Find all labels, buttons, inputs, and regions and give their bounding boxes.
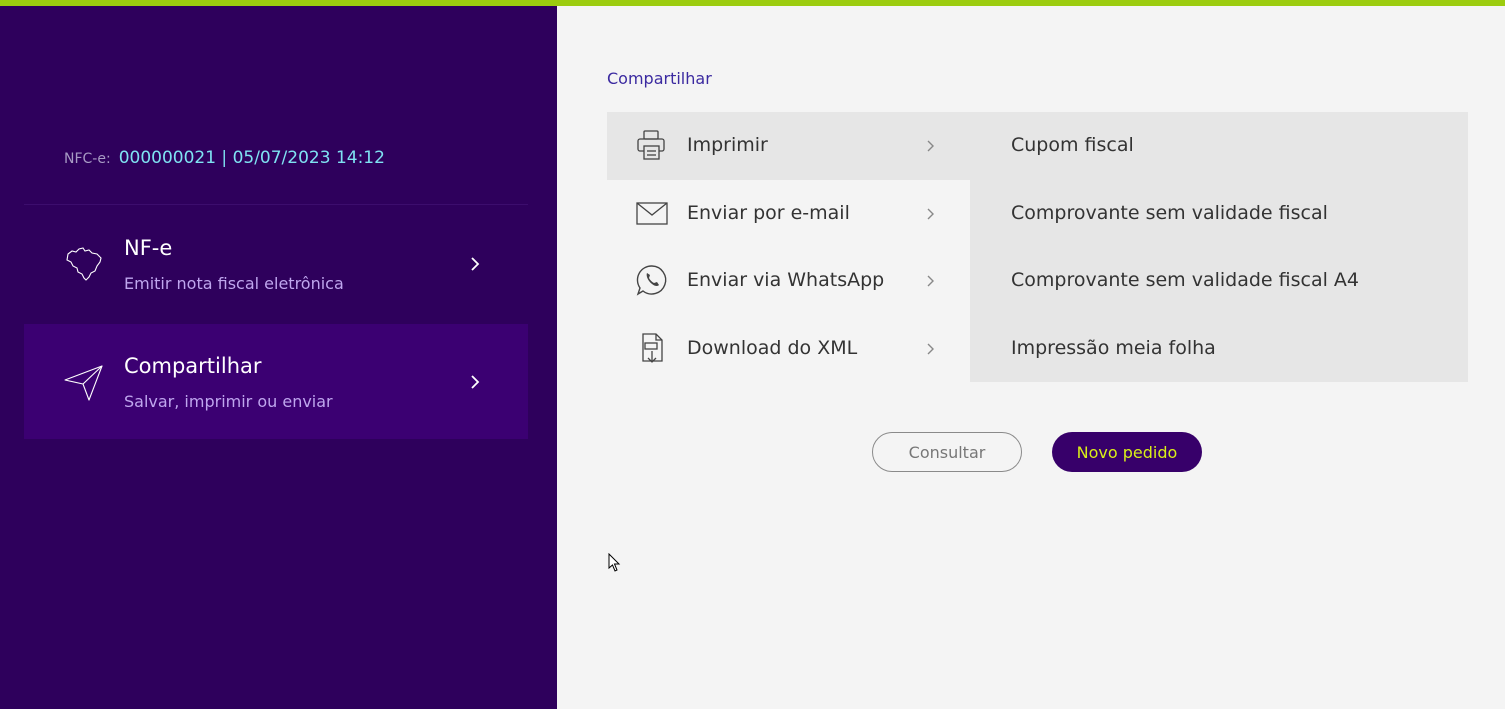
whatsapp-icon xyxy=(636,265,667,296)
xml-download-icon xyxy=(642,333,663,363)
print-option-meia-folha[interactable]: Impressão meia folha xyxy=(1011,337,1216,359)
printer-icon xyxy=(637,130,665,160)
menu-item-label: Imprimir xyxy=(687,134,768,156)
nfce-label: NFC-e: xyxy=(64,151,111,167)
menu-item-email[interactable]: Enviar por e-mail xyxy=(607,180,970,248)
chevron-right-icon xyxy=(471,375,480,389)
menu-item-label: Enviar via WhatsApp xyxy=(687,269,885,291)
chevron-right-icon xyxy=(927,208,934,220)
consultar-button[interactable]: Consultar xyxy=(872,432,1022,472)
sidebar-item-compartilhar[interactable]: Compartilhar Salvar, imprimir ou enviar xyxy=(24,324,528,439)
sidebar-divider xyxy=(24,204,528,205)
chevron-right-icon xyxy=(927,343,934,355)
sidebar: NFC-e: 000000021 | 05/07/2023 14:12 NF-e… xyxy=(0,6,557,709)
sidebar-item-title: NF-e xyxy=(124,236,173,260)
chevron-right-icon xyxy=(471,257,480,271)
chevron-right-icon xyxy=(927,275,934,287)
print-option-cupom-fiscal[interactable]: Cupom fiscal xyxy=(1011,134,1134,156)
nfce-value: 000000021 | 05/07/2023 14:12 xyxy=(118,148,385,168)
menu-item-label: Enviar por e-mail xyxy=(687,202,850,224)
menu-item-label: Download do XML xyxy=(687,337,858,359)
menu-item-imprimir[interactable]: Imprimir xyxy=(607,112,970,180)
sidebar-item-title: Compartilhar xyxy=(124,354,262,378)
chevron-right-icon xyxy=(927,140,934,152)
sidebar-item-nfe[interactable]: NF-e Emitir nota fiscal eletrônica xyxy=(24,206,528,321)
sidebar-item-subtitle: Emitir nota fiscal eletrônica xyxy=(124,274,344,293)
nfce-info: NFC-e: 000000021 | 05/07/2023 14:12 xyxy=(64,148,385,168)
menu-item-whatsapp[interactable]: Enviar via WhatsApp xyxy=(607,247,970,315)
menu-item-xml[interactable]: Download do XML xyxy=(607,315,970,383)
paper-plane-icon xyxy=(64,365,103,401)
mouse-cursor-icon xyxy=(608,553,621,572)
novo-pedido-button[interactable]: Novo pedido xyxy=(1052,432,1202,472)
sidebar-item-subtitle: Salvar, imprimir ou enviar xyxy=(124,392,333,411)
print-option-comprovante[interactable]: Comprovante sem validade fiscal xyxy=(1011,202,1328,224)
page-title: Compartilhar xyxy=(607,69,712,88)
brazil-map-icon xyxy=(66,247,102,281)
print-option-comprovante-a4[interactable]: Comprovante sem validade fiscal A4 xyxy=(1011,269,1359,291)
envelope-icon xyxy=(636,202,668,225)
